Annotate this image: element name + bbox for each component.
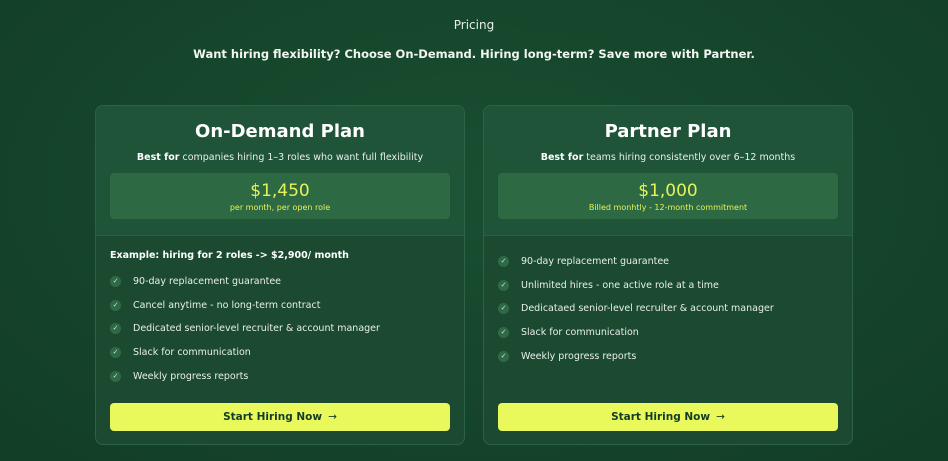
feature-text: Cancel anytime - no long-term contract bbox=[133, 299, 321, 311]
check-icon: ✓ bbox=[110, 347, 121, 359]
best-for-text: teams hiring consistently over 6–12 mont… bbox=[583, 152, 796, 163]
best-for-label: Best for bbox=[136, 152, 180, 163]
feature-item: ✓ 90-day replacement guarantee bbox=[110, 270, 450, 294]
best-for-text: companies hiring 1–3 roles who want full… bbox=[179, 152, 424, 163]
feature-item: ✓ Dedicataed senior-level recruiter & acc… bbox=[498, 297, 838, 321]
feature-text: Dedicataed senior-level recruiter & acco… bbox=[521, 303, 774, 315]
feature-text: Unlimited hires - one active role at a t… bbox=[521, 279, 719, 291]
feature-item: ✓ Weekly progress reports bbox=[498, 344, 838, 368]
check-icon: ✓ bbox=[110, 323, 121, 335]
plan-card-header: On-Demand Plan Best for companies hiring… bbox=[96, 106, 464, 236]
feature-text: 90-day replacement guarantee bbox=[133, 276, 282, 288]
plan-best-for: Best for companies hiring 1–3 roles who … bbox=[96, 152, 464, 163]
check-icon: ✓ bbox=[498, 327, 509, 339]
plan-example: Example: hiring for 2 roles -> $2,900/ m… bbox=[110, 250, 349, 261]
price-box: $1,450 per month, per open role bbox=[110, 173, 450, 219]
arrow-right-icon: → bbox=[716, 411, 725, 423]
feature-text: Slack for communication bbox=[133, 347, 251, 359]
plan-price: $1,000 bbox=[638, 180, 698, 201]
check-icon: ✓ bbox=[498, 256, 509, 268]
feature-text: Dedicated senior-level recruiter & accou… bbox=[133, 323, 380, 335]
cta-label: Start Hiring Now bbox=[611, 411, 711, 423]
feature-text: Slack for communication bbox=[521, 327, 639, 339]
cta-label: Start Hiring Now bbox=[223, 411, 323, 423]
feature-list: ✓ 90-day replacement guarantee ✓ Cancel an… bbox=[110, 270, 450, 388]
plan-price-note: per month, per open role bbox=[229, 202, 331, 212]
plan-card-body: Example: hiring for 2 roles -> $2,900/ m… bbox=[96, 236, 464, 388]
page-eyebrow: Pricing bbox=[453, 18, 495, 32]
check-icon: ✓ bbox=[498, 350, 509, 362]
feature-item: ✓ Unlimited hires - one active role at a … bbox=[498, 274, 838, 298]
feature-item: ✓ Slack for communication bbox=[110, 341, 450, 365]
feature-item: ✓ Weekly progress reports bbox=[110, 364, 450, 388]
start-hiring-button[interactable]: Start Hiring Now → bbox=[498, 403, 838, 431]
feature-item: ✓ 90-day replacement guarantee bbox=[498, 250, 838, 274]
feature-item: ✓ Dedicated senior-level recruiter & acco… bbox=[110, 317, 450, 341]
check-icon: ✓ bbox=[110, 370, 121, 382]
feature-list: ✓ 90-day replacement guarantee ✓ Unlimited… bbox=[498, 250, 838, 368]
plan-card-on-demand: On-Demand Plan Best for companies hiring… bbox=[95, 105, 465, 445]
plan-card-partner: Partner Plan Best for teams hiring consi… bbox=[483, 105, 853, 445]
plan-best-for: Best for teams hiring consistently over … bbox=[484, 152, 852, 163]
feature-item: ✓ Cancel anytime - no long-term contract bbox=[110, 294, 450, 318]
plan-title: On-Demand Plan bbox=[195, 121, 365, 142]
feature-item: ✓ Slack for communication bbox=[498, 321, 838, 345]
plan-price: $1,450 bbox=[250, 180, 310, 201]
plan-title: Partner Plan bbox=[604, 121, 732, 142]
start-hiring-button[interactable]: Start Hiring Now → bbox=[110, 403, 450, 431]
plan-price-note: Billed monhtly - 12-month commitment bbox=[588, 202, 748, 212]
price-box: $1,000 Billed monhtly - 12-month commitm… bbox=[498, 173, 838, 219]
check-icon: ✓ bbox=[110, 299, 121, 311]
check-icon: ✓ bbox=[498, 279, 509, 291]
best-for-label: Best for bbox=[540, 152, 584, 163]
feature-text: Weekly progress reports bbox=[133, 370, 249, 382]
check-icon: ✓ bbox=[498, 303, 509, 315]
page-subtitle: Want hiring flexibility? Choose On-Deman… bbox=[193, 47, 755, 61]
plan-card-body: ✓ 90-day replacement guarantee ✓ Unlimited… bbox=[484, 236, 852, 368]
arrow-right-icon: → bbox=[328, 411, 337, 423]
plan-card-header: Partner Plan Best for teams hiring consi… bbox=[484, 106, 852, 236]
feature-text: 90-day replacement guarantee bbox=[521, 256, 670, 268]
feature-text: Weekly progress reports bbox=[521, 350, 637, 362]
check-icon: ✓ bbox=[110, 276, 121, 288]
